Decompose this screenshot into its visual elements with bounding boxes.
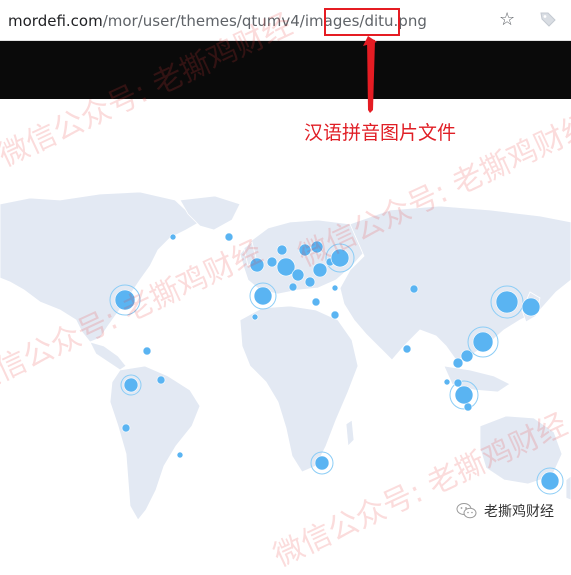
star-icon[interactable]: ☆	[499, 9, 515, 31]
world-map	[0, 191, 571, 521]
filename-highlight-box	[324, 8, 400, 36]
annotation-label: 汉语拼音图片文件	[304, 122, 457, 144]
map-landmass	[0, 191, 571, 521]
wechat-badge: 老撕鸡财经	[452, 498, 558, 524]
url-host: mordefi.com	[8, 12, 103, 30]
wechat-badge-label: 老撕鸡财经	[484, 504, 554, 520]
extension-tag-icon[interactable]	[538, 9, 558, 29]
page-header-banner	[0, 41, 571, 99]
wechat-icon	[456, 503, 477, 519]
annotation-arrow	[363, 36, 377, 113]
address-bar[interactable]: mordefi.com/mor/user/themes/qtumv4/image…	[0, 0, 571, 41]
